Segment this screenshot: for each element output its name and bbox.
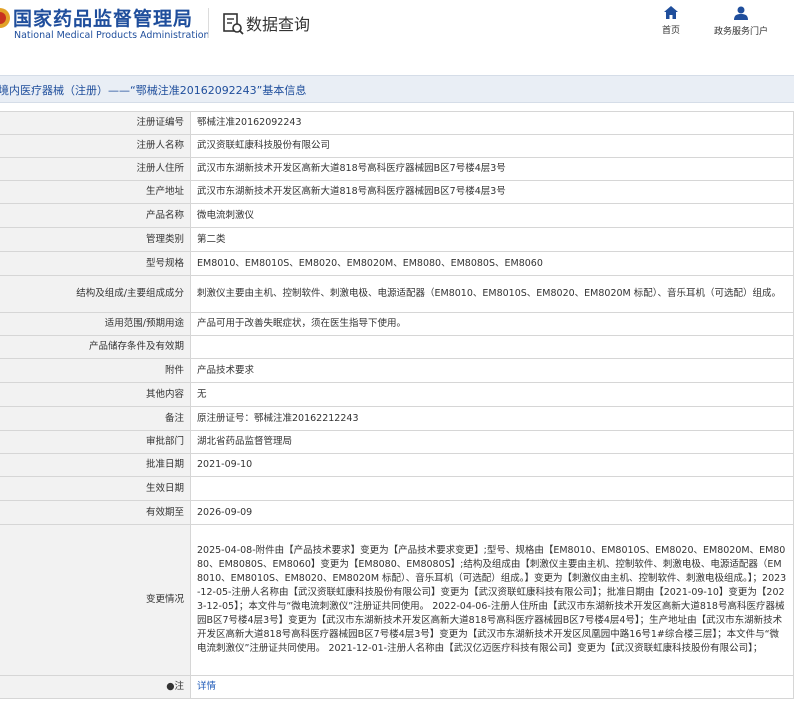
record-title-bar: 境内医疗器械（注册）——“鄂械注准20162092243”基本信息	[0, 75, 794, 103]
field-label: 结构及组成/主要组成成分	[0, 275, 191, 313]
field-value	[190, 335, 794, 359]
nav-portal-button[interactable]: 政务服务门户	[706, 6, 776, 37]
record-detail-table: 注册证编号 鄂械注准20162092243 注册人名称 武汉资联虹康科技股份有限…	[0, 111, 794, 699]
nav-portal-label: 政务服务门户	[713, 27, 768, 37]
table-row: 产品名称 微电流刺激仪	[0, 203, 794, 228]
detail-link[interactable]: 详情	[197, 681, 216, 692]
table-row: 型号规格 EM8010、EM8010S、EM8020、EM8020M、EM808…	[0, 251, 794, 276]
record-title: 境内医疗器械（注册）——“鄂械注准20162092243”基本信息	[0, 84, 307, 97]
table-row: 生产地址 武汉市东湖新技术开发区高新大道818号高科医疗器械园B区7号楼4层3号	[0, 180, 794, 204]
site-header: 国家药品监督管理局 National Medical Products Admi…	[0, 0, 794, 48]
table-row: 备注 原注册证号：鄂械注准20162212243	[0, 406, 794, 431]
field-label: 批准日期	[0, 453, 191, 477]
field-value: 2026-09-09	[190, 500, 794, 525]
table-row: 变更情况 2025-04-08-附件由【产品技术要求】变更为【产品技术要求变更】…	[0, 524, 794, 676]
field-value: 产品可用于改善失眠症状，须在医生指导下使用。	[190, 312, 794, 336]
table-row: 注册人名称 武汉资联虹康科技股份有限公司	[0, 134, 794, 158]
table-row: 批准日期 2021-09-10	[0, 453, 794, 477]
table-row: 注册证编号 鄂械注准20162092243	[0, 111, 794, 135]
field-label: 注册人名称	[0, 134, 191, 158]
emblem-logo-icon	[0, 8, 10, 28]
field-label: 注册人住所	[0, 157, 191, 181]
table-row: 注册人住所 武汉市东湖新技术开发区高新大道818号高科医疗器械园B区7号楼4层3…	[0, 157, 794, 181]
table-row: 审批部门 湖北省药品监督管理局	[0, 430, 794, 454]
field-label: 其他内容	[0, 382, 191, 407]
field-value	[190, 476, 794, 501]
field-label: 有效期至	[0, 500, 191, 525]
note-label: ●注	[0, 675, 191, 699]
field-label: 变更情况	[0, 524, 191, 676]
field-label: 生产地址	[0, 180, 191, 204]
home-icon	[664, 6, 678, 19]
field-value: 刺激仪主要由主机、控制软件、刺激电极、电源适配器（EM8010、EM8010S、…	[190, 275, 794, 313]
field-label: 生效日期	[0, 476, 191, 501]
table-row: 产品储存条件及有效期	[0, 335, 794, 359]
field-label: 适用范围/预期用途	[0, 312, 191, 336]
table-row: 其他内容 无	[0, 382, 794, 407]
field-value: 原注册证号：鄂械注准20162212243	[190, 406, 794, 431]
nav-home-button[interactable]: 首页	[654, 6, 688, 36]
brand-name-en: National Medical Products Administration	[14, 30, 210, 41]
field-value: 武汉资联虹康科技股份有限公司	[190, 134, 794, 158]
field-label: 型号规格	[0, 251, 191, 276]
field-label: 注册证编号	[0, 111, 191, 135]
nav-home-label: 首页	[661, 26, 680, 36]
field-label: 审批部门	[0, 430, 191, 454]
field-value: 武汉市东湖新技术开发区高新大道818号高科医疗器械园B区7号楼4层3号	[190, 157, 794, 181]
table-row: 有效期至 2026-09-09	[0, 500, 794, 525]
field-label: 附件	[0, 358, 191, 383]
table-row: ●注 详情	[0, 675, 794, 699]
header-divider	[208, 8, 209, 38]
user-icon	[734, 6, 748, 20]
field-label: 管理类别	[0, 227, 191, 252]
field-value: 无	[190, 382, 794, 407]
field-value: 微电流刺激仪	[190, 203, 794, 228]
field-value: 产品技术要求	[190, 358, 794, 383]
table-row: 附件 产品技术要求	[0, 358, 794, 383]
page-section-title: 数据查询	[246, 15, 311, 34]
table-row: 适用范围/预期用途 产品可用于改善失眠症状，须在医生指导下使用。	[0, 312, 794, 336]
field-value: 鄂械注准20162092243	[190, 111, 794, 135]
field-value: 湖北省药品监督管理局	[190, 430, 794, 454]
field-value: 第二类	[190, 227, 794, 252]
field-value: 2021-09-10	[190, 453, 794, 477]
brand-name-cn[interactable]: 国家药品监督管理局	[13, 4, 193, 31]
field-value: 武汉市东湖新技术开发区高新大道818号高科医疗器械园B区7号楼4层3号	[190, 180, 794, 204]
field-label: 产品名称	[0, 203, 191, 228]
field-value: EM8010、EM8010S、EM8020、EM8020M、EM8080、EM8…	[190, 251, 794, 276]
field-label: 备注	[0, 406, 191, 431]
field-label: 产品储存条件及有效期	[0, 335, 191, 359]
data-query-icon	[223, 13, 244, 35]
table-row: 结构及组成/主要组成成分 刺激仪主要由主机、控制软件、刺激电极、电源适配器（EM…	[0, 275, 794, 313]
field-value: 2025-04-08-附件由【产品技术要求】变更为【产品技术要求变更】;型号、规…	[190, 524, 794, 676]
table-row: 管理类别 第二类	[0, 227, 794, 252]
table-row: 生效日期	[0, 476, 794, 501]
